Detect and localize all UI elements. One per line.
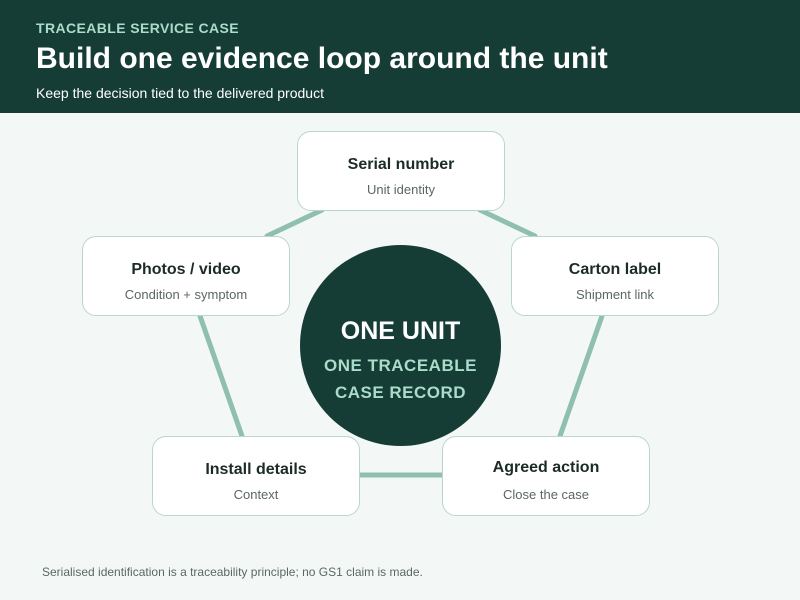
node-sublabel: Close the case [503, 487, 589, 502]
node-sublabel: Unit identity [367, 182, 435, 197]
connector-photos-serial [264, 207, 325, 239]
node-label: Agreed action [492, 459, 600, 476]
connector-carton-action [557, 313, 605, 439]
hub-title: ONE UNIT [340, 317, 461, 345]
center-hub: ONE UNIT ONE TRACEABLE CASE RECORD [300, 245, 501, 446]
node-sublabel: Condition + symptom [124, 287, 248, 302]
node-install-details: Install details Context [152, 436, 360, 516]
node-label: Install details [205, 461, 307, 478]
node-serial-number: Serial number Unit identity [297, 131, 505, 211]
node-carton-label: Carton label Shipment link [511, 236, 719, 316]
hub-subtitle: ONE TRACEABLE CASE RECORD [300, 352, 501, 406]
node-label: Carton label [568, 261, 662, 278]
node-label: Photos / video [131, 261, 241, 278]
hub-subtitle-text: ONE TRACEABLE CASE RECORD [324, 356, 477, 402]
connector-install-photos [197, 313, 245, 439]
footnote: Serialised identification is a traceabil… [42, 565, 423, 579]
node-sublabel: Shipment link [575, 287, 655, 302]
node-label: Serial number [347, 156, 455, 173]
connector-serial-carton [477, 207, 538, 239]
node-sublabel: Context [233, 487, 279, 502]
node-agreed-action: Agreed action Close the case [442, 436, 650, 516]
node-photos-video: Photos / video Condition + symptom [82, 236, 290, 316]
